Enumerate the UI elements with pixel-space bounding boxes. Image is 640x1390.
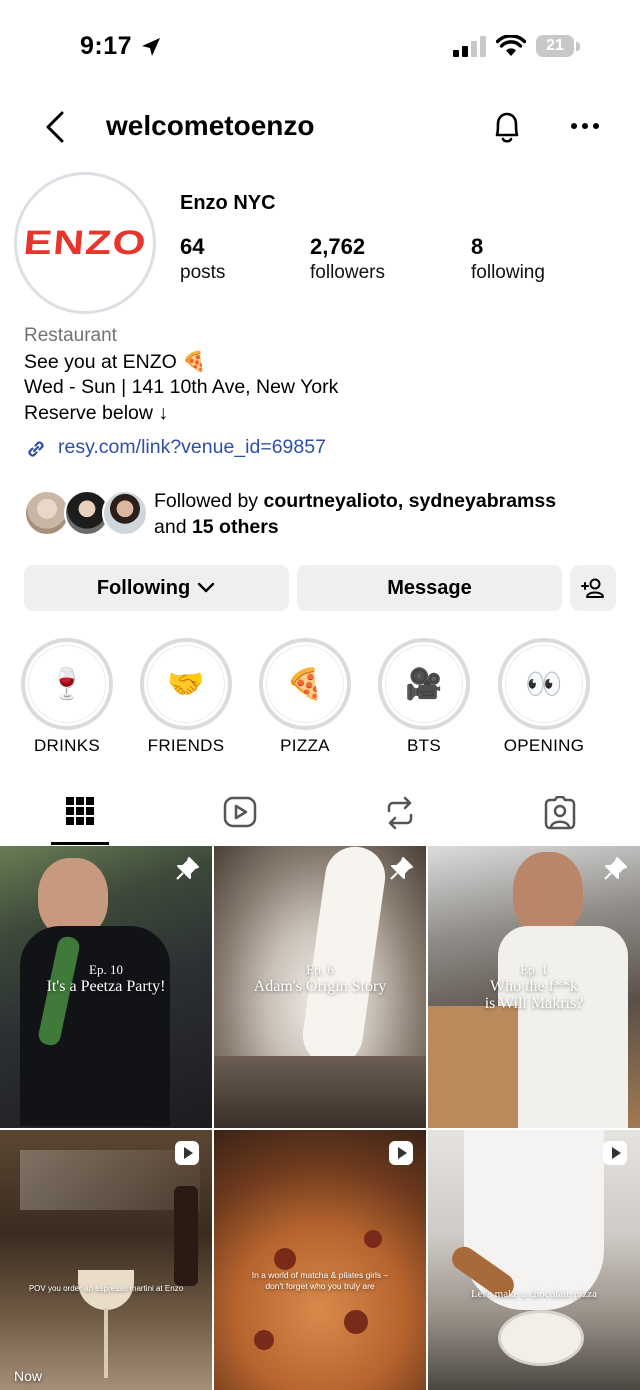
reels-tab-icon[interactable] — [223, 796, 257, 828]
link-icon — [28, 441, 44, 457]
bio-line-1: See you at ENZO 🍕 — [24, 351, 207, 373]
back-icon[interactable] — [42, 110, 68, 144]
reel-icon — [603, 1141, 627, 1165]
reel-icon — [175, 1141, 199, 1165]
wine-glass-icon: 🍷 — [28, 645, 106, 723]
followed-by-and: and — [154, 516, 192, 538]
profile-avatar[interactable]: ENZO — [22, 180, 148, 306]
followed-by-text[interactable]: Followed by courtneyalioto, sydneyabrams… — [154, 488, 556, 540]
highlight-label[interactable]: DRINKS — [7, 736, 127, 756]
battery-nub — [576, 42, 580, 51]
pin-icon — [176, 857, 199, 880]
highlight-label[interactable]: PIZZA — [245, 736, 365, 756]
post-episode: Ep. 1 — [520, 962, 548, 977]
pin-icon — [390, 857, 413, 880]
post-title: Who the f**k is Will Makris? — [428, 978, 640, 1012]
highlight-pizza[interactable]: 🍕 — [259, 638, 351, 730]
message-button-label: Message — [387, 576, 472, 599]
highlight-friends[interactable]: 🤝 — [140, 638, 232, 730]
profile-category: Restaurant — [24, 325, 117, 346]
post-tile[interactable]: In a world of matcha & pilates girls – d… — [214, 1130, 426, 1390]
post-title-line-2: is Will Makris? — [484, 995, 584, 1012]
location-arrow-icon — [142, 38, 160, 56]
followed-by-others: 15 others — [191, 516, 279, 538]
post-title-line-1: Who the f**k — [490, 978, 578, 995]
pizza-icon: 🍕 — [266, 645, 344, 723]
active-tab-indicator — [51, 842, 109, 845]
profile-display-name: Enzo NYC — [180, 192, 276, 214]
message-button[interactable]: Message — [297, 565, 562, 611]
post-footer-text: Now — [14, 1368, 43, 1384]
followers-label[interactable]: followers — [310, 262, 385, 284]
highlight-label[interactable]: OPENING — [484, 736, 604, 756]
post-tile[interactable]: Ep. 1 Who the f**k is Will Makris? — [428, 846, 640, 1128]
followed-by-names: courtneyalioto, sydneyabramss — [263, 490, 557, 512]
pin-icon — [604, 857, 627, 880]
bio-link[interactable]: resy.com/link?venue_id=69857 — [58, 436, 326, 459]
post-episode: Ep. 6 — [306, 962, 334, 977]
notifications-bell-icon[interactable] — [490, 108, 524, 146]
post-caption: Let's make a chocolate pizza — [471, 1288, 597, 1300]
cellular-signal-icon — [453, 36, 486, 57]
mutual-followers-avatars[interactable] — [24, 490, 148, 536]
highlight-bts[interactable]: 🎥 — [378, 638, 470, 730]
post-tile[interactable]: Ep. 6 Adam's Origin Story — [214, 846, 426, 1128]
profile-username: welcometoenzo — [106, 110, 315, 141]
post-episode: Ep. 10 — [89, 962, 123, 977]
bio-line-2: Wed - Sun | 141 10th Ave, New York — [24, 376, 339, 398]
highlight-label[interactable]: BTS — [364, 736, 484, 756]
highlight-drinks[interactable]: 🍷 — [21, 638, 113, 730]
post-caption: POV you order an espresso martini at Enz… — [28, 1284, 184, 1293]
post-tile[interactable]: POV you order an espresso martini at Enz… — [0, 1130, 212, 1390]
highlight-opening[interactable]: 👀 — [498, 638, 590, 730]
wifi-icon — [496, 35, 526, 56]
grid-tab-icon[interactable] — [66, 797, 94, 825]
status-time: 9:17 — [80, 32, 133, 60]
avatar — [102, 490, 148, 536]
following-button-label: Following — [96, 576, 191, 599]
battery-indicator: 21 — [536, 35, 574, 57]
post-tile[interactable]: Ep. 10 It's a Peetza Party! — [0, 846, 212, 1128]
bio-line-3: Reserve below ↓ — [24, 402, 169, 424]
followers-count[interactable]: 2,762 — [310, 234, 365, 260]
more-options-icon[interactable] — [570, 122, 600, 130]
posts-count[interactable]: 64 — [180, 234, 204, 260]
movie-camera-icon: 🎥 — [385, 645, 463, 723]
posts-label[interactable]: posts — [180, 262, 225, 284]
followed-by-prefix: Followed by — [154, 490, 264, 512]
enzo-logo: ENZO — [21, 223, 149, 262]
following-button[interactable]: Following — [24, 565, 289, 611]
reel-icon — [389, 1141, 413, 1165]
add-person-icon — [581, 578, 604, 598]
post-title: Adam's Origin Story — [253, 978, 387, 995]
tagged-tab-icon[interactable] — [543, 796, 577, 830]
highlight-label[interactable]: FRIENDS — [126, 736, 246, 756]
post-tile[interactable]: Let's make a chocolate pizza — [428, 1130, 640, 1390]
handshake-icon: 🤝 — [147, 645, 225, 723]
following-count[interactable]: 8 — [471, 234, 483, 260]
post-caption: In a world of matcha & pilates girls – d… — [251, 1270, 389, 1291]
suggested-people-button[interactable] — [570, 565, 616, 611]
post-title: It's a Peetza Party! — [46, 978, 166, 995]
eyes-icon: 👀 — [505, 645, 583, 723]
following-label[interactable]: following — [471, 262, 545, 284]
chevron-down-icon — [197, 582, 215, 593]
reposts-tab-icon[interactable] — [384, 796, 416, 830]
